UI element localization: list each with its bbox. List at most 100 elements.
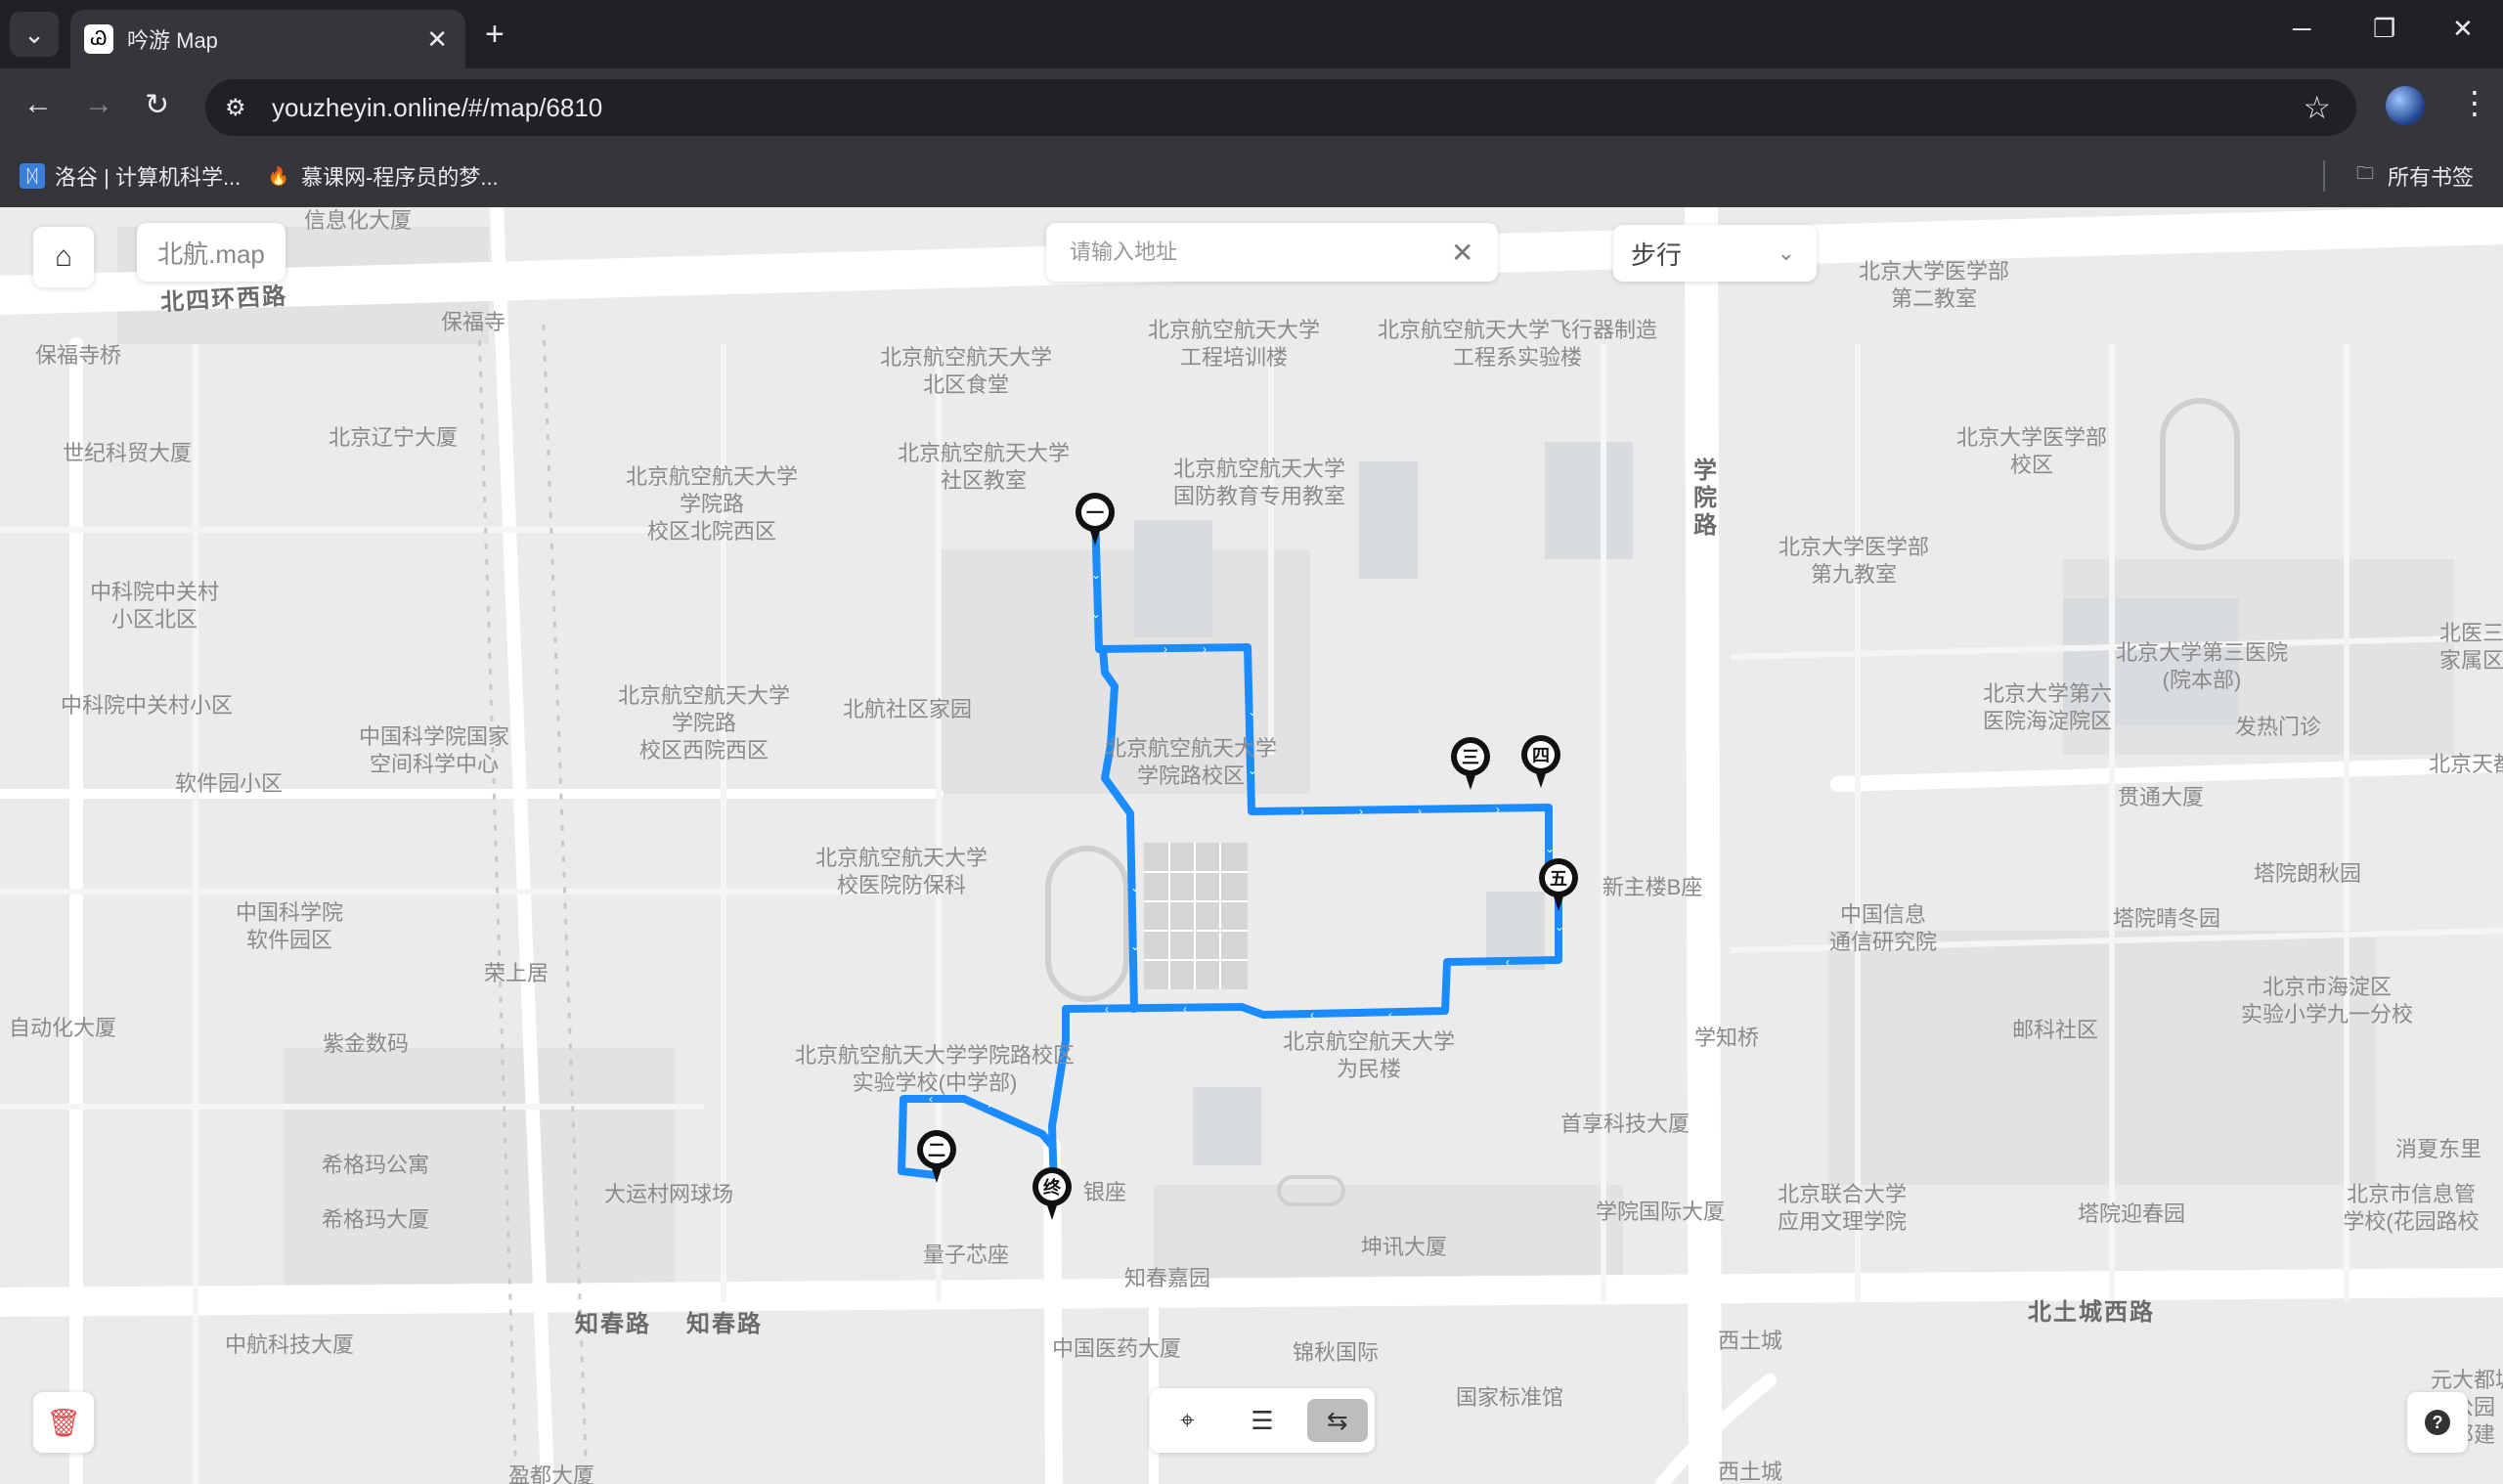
map-poi-label: 国家标准馆 [1455, 1385, 1564, 1410]
marker-head: 五 [1539, 858, 1578, 897]
svg-text:⌄: ⌄ [1248, 705, 1257, 719]
map-poi-label: 消夏东里 [2394, 1137, 2482, 1161]
road-label-xueyuan: 学院路 [1693, 458, 1719, 539]
bookmarks-divider [2323, 160, 2325, 192]
route-icon: ⇆ [1326, 1405, 1348, 1435]
window-close-icon[interactable]: ✕ [2452, 14, 2474, 44]
svg-text:›: › [988, 1098, 991, 1112]
route-waypoint-marker[interactable]: 二 [915, 1130, 958, 1187]
address-search-input[interactable] [1068, 239, 1443, 266]
settings-sliders-tool-button[interactable]: ☰ [1232, 1399, 1293, 1442]
map-poi-label: 北京航空航天大学飞行器制造 工程系实验楼 [1377, 318, 1658, 370]
svg-text:⌄: ⌄ [1130, 881, 1140, 895]
map-poi-label: 保福寺 [440, 310, 506, 334]
map-poi-label: 学知桥 [1693, 1026, 1760, 1050]
browser-tab-active[interactable]: Ꮚ 吟游 Map ✕ [70, 10, 465, 68]
map-poi-label: 发热门诊 [2234, 715, 2322, 739]
bookmark-imooc[interactable]: 🔥 慕课网-程序员的梦... [266, 160, 499, 192]
map-poi-label: 荣上居 [483, 961, 549, 985]
map-poi-label: 盈都大厦 [507, 1463, 595, 1484]
map-tools-bar: ⌖ ☰ ⇆ [1150, 1388, 1375, 1453]
question-icon: ? [2425, 1410, 2450, 1435]
map-poi-label: 北京航空航天大学 工程培训楼 [1147, 318, 1321, 370]
new-tab-button[interactable]: + [485, 16, 505, 54]
marker-label: 一 [1081, 499, 1109, 526]
home-button[interactable]: ⌂ [33, 227, 94, 287]
map-poi-label: 北医三 家属区 [2438, 621, 2503, 673]
map-poi-label: 北京市海淀区 实验小学九一分校 [2240, 975, 2414, 1026]
map-poi-label: 中科院中关村小区 [60, 693, 234, 718]
map-poi-label: 北京大学第六 医院海淀院区 [1982, 681, 2113, 733]
map-poi-label: 北京航空航天大学学院路校区 实验学校(中学部) [794, 1043, 1076, 1095]
route-waypoint-marker[interactable]: 一 [1074, 493, 1117, 549]
window-restore-icon[interactable]: ❐ [2373, 14, 2395, 44]
map-poi-label: 量子芯座 [922, 1243, 1010, 1267]
svg-text:‹: ‹ [1105, 1002, 1109, 1016]
map-poi-label: 首享科技大厦 [1559, 1112, 1691, 1136]
marker-label: 三 [1457, 743, 1484, 770]
back-arrow-icon[interactable]: ← [23, 88, 53, 121]
map-poi-label: 大运村网球场 [603, 1182, 734, 1206]
route-waypoint-marker[interactable]: 终 [1031, 1167, 1074, 1224]
road-label: 知春路 [575, 1311, 651, 1337]
bookmark-luogu[interactable]: ᛞ 洛谷 | 计算机科学... [20, 160, 241, 192]
browser-toolbar: ← → ↻ ⚙ youzheyin.online/#/map/6810 ☆ ⋮ [0, 68, 2503, 147]
marker-label: 四 [1527, 741, 1555, 768]
travel-mode-select[interactable]: 步行 ⌄ [1613, 225, 1817, 282]
svg-text:‹: ‹ [1388, 1008, 1392, 1022]
map-poi-label: 北京航空航天大学 社区教室 [897, 441, 1071, 493]
marker-head: 终 [1032, 1167, 1072, 1206]
reload-icon[interactable]: ↻ [145, 88, 169, 122]
chevron-down-icon: ⌄ [1777, 240, 1795, 265]
map-canvas[interactable]: ⌄ ⌄ › › ⌄ ⌄ › › › › ⌄ ⌄ ‹ ‹ ‹ ‹ ‹ ⌄ ⌄ › ‹ ⌄ 北京航空航天大学北… [0, 207, 2503, 1484]
map-poi-label: 邮科社区 [2011, 1018, 2099, 1042]
svg-text:›: › [1164, 642, 1167, 656]
browser-chrome: ⌄ Ꮚ 吟游 Map ✕ + ─ ❐ ✕ ← → ↻ ⚙ youzheyin.o… [0, 0, 2503, 208]
road-label: 知春路 [686, 1311, 763, 1337]
map-poi-label: 希格玛公寓 [321, 1153, 430, 1177]
map-poi-label: 中国科学院 软件园区 [235, 900, 344, 952]
site-favicon-icon: Ꮚ [84, 24, 113, 54]
map-poi-label: 塔院晴冬园 [2112, 906, 2221, 931]
svg-text:‹: ‹ [1183, 1002, 1187, 1016]
map-poi-label: 北京大学医学部 第二教室 [1858, 259, 2010, 311]
forward-arrow-icon[interactable]: → [84, 88, 113, 121]
map-poi-label: 北京辽宁大厦 [328, 425, 459, 450]
route-waypoint-marker[interactable]: 三 [1449, 737, 1492, 794]
bookmark-label: 洛谷 | 计算机科学... [55, 165, 242, 190]
address-search-box[interactable]: ✕ [1046, 223, 1498, 282]
tab-close-icon[interactable]: ✕ [426, 24, 448, 55]
bookmark-star-icon[interactable]: ☆ [2303, 89, 2331, 126]
route-waypoint-marker[interactable]: 四 [1519, 735, 1562, 792]
svg-text:⌄: ⌄ [1555, 920, 1564, 934]
map-poi-label: 北京大学第三医院 (院本部) [2115, 640, 2289, 692]
window-minimize-icon[interactable]: ─ [2293, 14, 2310, 44]
location-pin-tool-button[interactable]: ⌖ [1157, 1399, 1217, 1442]
clear-search-icon[interactable]: ✕ [1451, 237, 1473, 269]
help-button[interactable]: ? [2407, 1392, 2468, 1453]
marker-head: 一 [1076, 493, 1115, 532]
address-bar[interactable]: ⚙ youzheyin.online/#/map/6810 ☆ [205, 79, 2356, 136]
url-text[interactable]: youzheyin.online/#/map/6810 [272, 93, 2303, 123]
map-poi-label: 软件园小区 [174, 771, 284, 796]
map-poi-label: 学院国际大厦 [1595, 1200, 1726, 1224]
luogu-favicon-icon: ᛞ [20, 163, 45, 189]
map-poi-label: 北京航空航天大学 学院路 校区西院西区 [617, 683, 791, 763]
all-bookmarks-button[interactable]: 🗀 所有书签 [2352, 160, 2474, 192]
all-bookmarks-label: 所有书签 [2388, 165, 2475, 190]
map-poi-label: 锦秋国际 [1292, 1340, 1380, 1365]
profile-avatar[interactable] [2386, 86, 2425, 125]
tab-search-button[interactable]: ⌄ [10, 12, 59, 57]
marker-label: 五 [1545, 864, 1572, 892]
site-info-icon[interactable]: ⚙ [225, 94, 258, 122]
location-pin-icon: ⌖ [1180, 1405, 1195, 1434]
map-poi-label: 北京联合大学 应用文理学院 [1777, 1182, 1908, 1234]
road-label: 北四环西路 [159, 283, 288, 317]
route-waypoint-marker[interactable]: 五 [1537, 858, 1580, 915]
map-poi-label: 北京大学医学部 校区 [1955, 425, 2108, 477]
browser-menu-icon[interactable]: ⋮ [2459, 84, 2490, 121]
delete-route-button[interactable]: 🗑 [33, 1392, 94, 1453]
map-poi-label: 北京天都 [2428, 752, 2503, 776]
marker-head: 四 [1521, 735, 1560, 774]
route-tool-button[interactable]: ⇆ [1306, 1399, 1368, 1442]
